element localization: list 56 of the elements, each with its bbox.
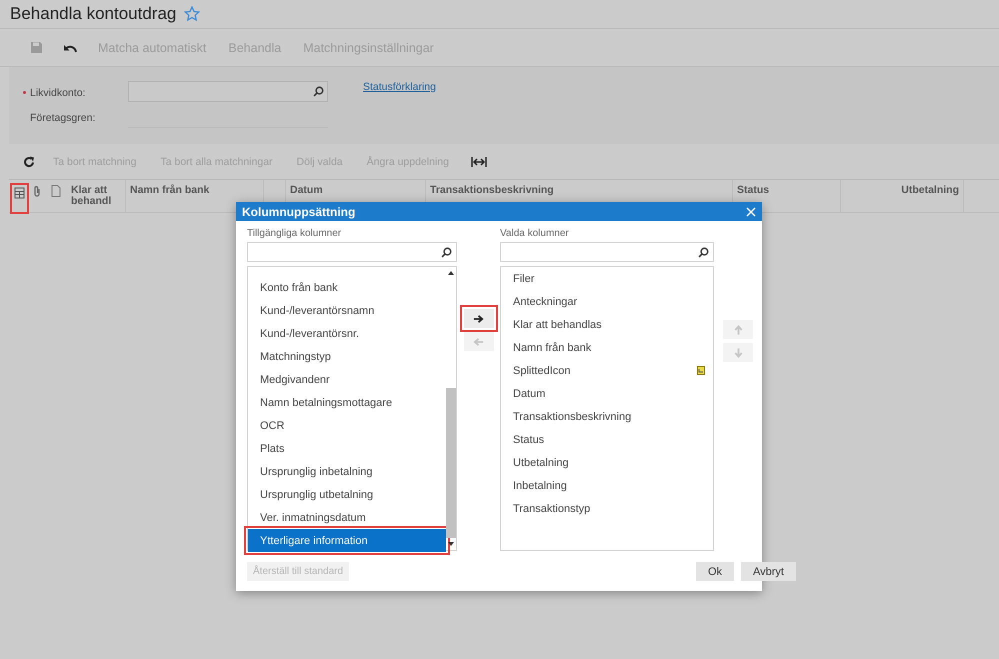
arrow-icon xyxy=(733,347,743,358)
column-header[interactable]: Klar att behandl xyxy=(67,180,126,212)
scroll-up-icon[interactable] xyxy=(448,271,454,275)
list-item[interactable]: Inbetalning xyxy=(501,474,713,497)
page-title: Behandla kontoutdrag xyxy=(10,4,176,24)
search-icon xyxy=(698,246,709,258)
search-field[interactable] xyxy=(500,242,714,262)
list-item[interactable]: Ytterligare information xyxy=(248,529,446,552)
list-item[interactable]: Kund-/leverantörsnamn xyxy=(248,299,446,322)
list-label: Valda kolumner xyxy=(500,228,570,241)
list-item[interactable]: Klar att behandlas xyxy=(501,313,713,336)
lookup-field[interactable] xyxy=(128,81,328,102)
list-item[interactable]: SplittedIcon xyxy=(501,359,713,382)
list-item[interactable]: Plats xyxy=(248,437,446,460)
save-icon xyxy=(30,41,43,54)
search-icon xyxy=(313,86,324,97)
list-item[interactable]: Datum xyxy=(501,382,713,405)
arrow-icon xyxy=(473,336,484,346)
list-item[interactable]: Konto från bank xyxy=(248,276,446,299)
list-item[interactable]: Anteckningar xyxy=(501,290,713,313)
list-label: Tillgängliga kolumner xyxy=(247,228,342,241)
dialog-button[interactable]: Avbryt xyxy=(741,562,796,581)
list-item[interactable]: Status xyxy=(501,428,713,451)
arrow-icon xyxy=(473,314,484,324)
close-icon[interactable] xyxy=(746,206,756,216)
status-link[interactable]: Statusförklaring xyxy=(328,81,568,93)
scroll-down-icon[interactable] xyxy=(448,542,454,546)
arrow-icon xyxy=(733,324,743,335)
column-settings-icon[interactable] xyxy=(14,187,24,199)
list-item[interactable]: Namn från bank xyxy=(501,336,713,359)
scrollbar-thumb[interactable] xyxy=(446,388,456,538)
list-item[interactable]: Medgivandenr xyxy=(248,368,446,391)
list-item[interactable]: OCR xyxy=(248,414,446,437)
list-item[interactable]: Transaktionstyp xyxy=(501,497,713,520)
search-icon xyxy=(441,246,452,258)
list-item[interactable]: Ursprunglig inbetalning xyxy=(248,460,446,483)
list-item[interactable]: Namn betalningsmottagare xyxy=(248,391,446,414)
fit-width-icon xyxy=(470,156,487,166)
undo-icon xyxy=(63,42,77,52)
list-item[interactable]: Kund-/leverantörsnr. xyxy=(248,322,446,345)
dialog-button[interactable]: Ok xyxy=(696,562,734,581)
list-item[interactable]: Filer xyxy=(501,267,713,290)
list-item[interactable]: Ver. inmatningsdatum xyxy=(248,506,446,529)
document-icon xyxy=(51,185,61,197)
column-header[interactable]: Utbetalning xyxy=(841,180,964,212)
list-item[interactable]: Utbetalning xyxy=(501,451,713,474)
list-item[interactable]: Matchningstyp xyxy=(248,345,446,368)
list-item[interactable]: Transaktionsbeskrivning xyxy=(501,405,713,428)
refresh-icon xyxy=(23,156,35,168)
list-item[interactable]: Ursprunglig utbetalning xyxy=(248,483,446,506)
paperclip-icon xyxy=(33,185,41,197)
search-field[interactable] xyxy=(247,242,458,262)
move-button[interactable] xyxy=(464,309,494,328)
field-label: Likvidkonto: xyxy=(23,81,128,104)
field-label: Företagsgren: xyxy=(29,110,96,126)
star-icon[interactable] xyxy=(184,6,200,22)
